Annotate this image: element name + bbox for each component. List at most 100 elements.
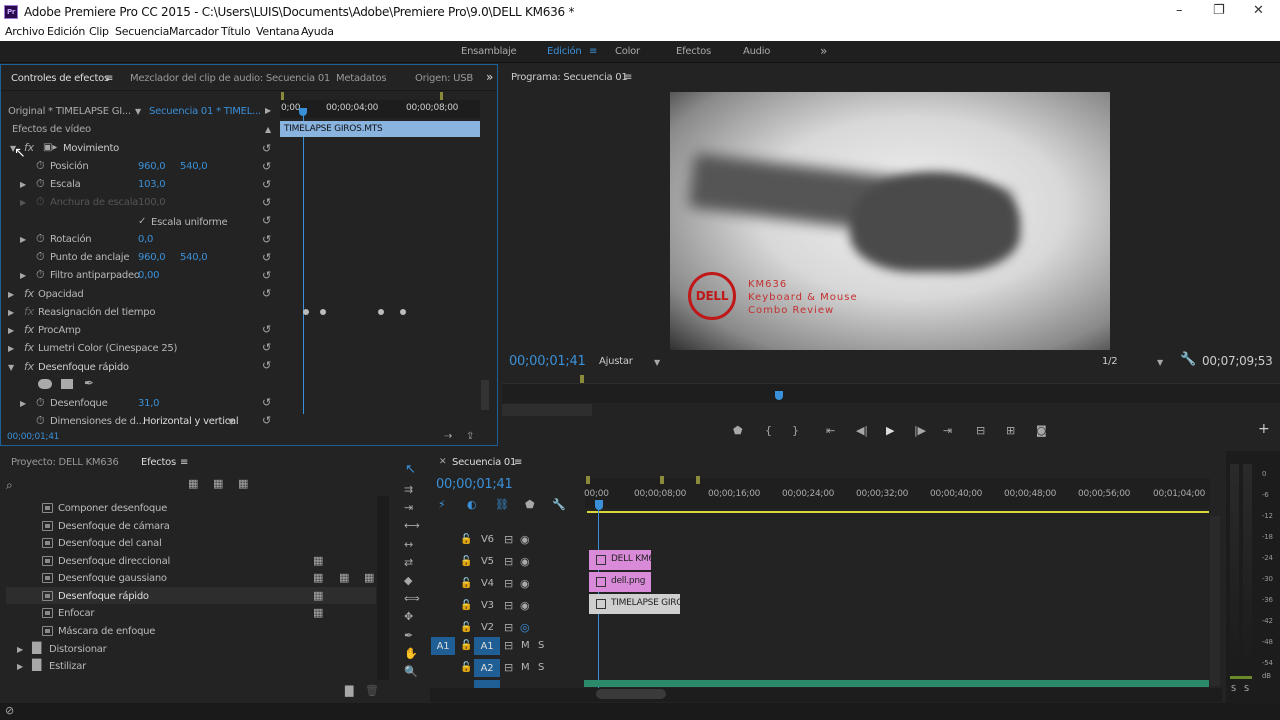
- rolling-edit-tool-icon[interactable]: ⟷: [404, 520, 420, 531]
- expand-reasignacion-icon[interactable]: ▶: [8, 307, 14, 318]
- reset-icon[interactable]: ↺: [262, 342, 271, 353]
- go-to-in-icon[interactable]: ⇤: [826, 425, 835, 436]
- program-video-frame[interactable]: DELL KM636 Keyboard & Mouse Combo Review: [670, 92, 1110, 350]
- tab-origen[interactable]: Origen: USB: [415, 73, 473, 84]
- lock-icon[interactable]: 🔓: [460, 662, 472, 673]
- clip-v5[interactable]: DELL KM636: [589, 550, 651, 570]
- expand-folder-icon[interactable]: ▶: [17, 644, 23, 655]
- program-scrubber[interactable]: [502, 383, 1280, 403]
- reset-icon[interactable]: ↺: [262, 415, 271, 426]
- clip-v3[interactable]: TIMELAPSE GIROS.MTS: [589, 594, 680, 614]
- chevron-down-icon[interactable]: ▼: [228, 416, 234, 427]
- checkbox-checked-icon[interactable]: ✓: [138, 216, 146, 227]
- meter-solo-left[interactable]: S: [1231, 684, 1236, 693]
- rectangle-mask-icon[interactable]: [61, 379, 73, 389]
- reset-icon[interactable]: ↺: [262, 288, 271, 299]
- panel-menu-icon[interactable]: ≡: [105, 73, 113, 84]
- wrench-icon[interactable]: 🔧: [1180, 353, 1196, 366]
- expand-escala-icon[interactable]: ▶: [20, 179, 26, 190]
- filter-keyframes-icon[interactable]: ⇢: [444, 431, 452, 442]
- reset-icon[interactable]: ↺: [262, 179, 271, 190]
- sync-lock-icon[interactable]: ⊟: [504, 622, 513, 633]
- timeline-scrollbar[interactable]: [1210, 516, 1220, 686]
- camera-export-frame-icon[interactable]: ◙: [1036, 425, 1047, 436]
- timeline-scroll-thumb[interactable]: [596, 689, 666, 699]
- workspace-more-icon[interactable]: »: [820, 44, 827, 58]
- reset-icon[interactable]: ↺: [262, 143, 271, 154]
- hand-tool-icon[interactable]: ✋: [404, 648, 418, 659]
- expand-desenfoque-icon[interactable]: ▼: [8, 362, 14, 373]
- timeline-playhead-handle[interactable]: [595, 500, 603, 510]
- filtro-value[interactable]: 0,00: [138, 270, 160, 281]
- solo-button[interactable]: S: [538, 640, 544, 651]
- effect-item-selected[interactable]: Desenfoque rápido: [58, 591, 149, 602]
- expand-lumetri-icon[interactable]: ▶: [8, 343, 14, 354]
- workspace-ensamblaje[interactable]: Ensamblaje: [461, 46, 517, 57]
- menu-edicion[interactable]: Edición: [47, 25, 85, 38]
- rate-stretch-tool-icon[interactable]: ↔: [404, 539, 413, 550]
- play-icon[interactable]: ▶: [886, 425, 894, 436]
- workspace-audio[interactable]: Audio: [743, 46, 770, 57]
- tab-controles-efectos[interactable]: Controles de efectos: [11, 73, 109, 84]
- zoom-tool-icon[interactable]: 🔍: [404, 666, 418, 677]
- go-to-out-icon[interactable]: ⇥: [943, 425, 952, 436]
- add-marker-icon[interactable]: ⬟: [733, 425, 743, 436]
- source-patch-a1[interactable]: A1: [431, 637, 455, 655]
- extract-icon[interactable]: ⊞: [1006, 425, 1015, 436]
- program-playhead[interactable]: [775, 391, 783, 400]
- eye-icon[interactable]: ◉: [520, 578, 530, 589]
- delete-icon[interactable]: 🗑: [365, 685, 379, 696]
- tab-efectos[interactable]: Efectos: [141, 457, 176, 468]
- selection-tool-icon[interactable]: ↖: [405, 463, 416, 476]
- escala-value[interactable]: 103,0: [138, 179, 166, 190]
- export-icon[interactable]: ⇪: [466, 431, 474, 442]
- pen-mask-icon[interactable]: ✒: [84, 377, 94, 389]
- step-back-icon[interactable]: ◀|: [856, 425, 868, 436]
- slide-tool-icon[interactable]: ✥: [404, 611, 413, 622]
- stopwatch-icon[interactable]: ⏱: [36, 178, 45, 189]
- desenfoque-value[interactable]: 31,0: [138, 398, 160, 409]
- keyframe-dot[interactable]: [320, 309, 326, 315]
- add-marker-icon[interactable]: ⬟: [525, 499, 535, 510]
- effects-menu-icon[interactable]: ≡: [180, 457, 188, 468]
- chevron-down-icon[interactable]: ▼: [1157, 357, 1163, 368]
- nest-toggle-icon[interactable]: ⚡: [438, 499, 446, 510]
- track-select-tool-icon[interactable]: ⇉: [404, 484, 413, 495]
- maximize-button[interactable]: ❐: [1213, 3, 1225, 18]
- tab-metadatos[interactable]: Metadatos: [336, 73, 387, 84]
- reset-icon[interactable]: ↺: [262, 324, 271, 335]
- workspace-efectos[interactable]: Efectos: [676, 46, 711, 57]
- sync-lock-icon[interactable]: ⊟: [504, 640, 513, 651]
- stopwatch-icon[interactable]: ⏱: [36, 233, 45, 244]
- anclaje-y-value[interactable]: 540,0: [180, 252, 208, 263]
- ec-scrollbar[interactable]: [481, 380, 489, 410]
- minimize-button[interactable]: –: [1176, 3, 1183, 18]
- workspace-color[interactable]: Color: [615, 46, 640, 57]
- clip-v4[interactable]: dell.png: [589, 572, 651, 592]
- meter-solo-right[interactable]: S: [1244, 684, 1249, 693]
- lock-icon[interactable]: 🔓: [460, 640, 472, 651]
- tabs-overflow-icon[interactable]: »: [486, 70, 493, 84]
- ec-playhead-handle[interactable]: [299, 108, 307, 116]
- sync-lock-icon[interactable]: ⊟: [504, 534, 513, 545]
- slip-tool-icon[interactable]: ⟺: [404, 593, 420, 604]
- menu-ventana[interactable]: Ventana: [256, 25, 300, 38]
- lock-icon[interactable]: 🔓: [460, 622, 472, 633]
- anclaje-x-value[interactable]: 960,0: [138, 252, 166, 263]
- stopwatch-icon[interactable]: ⏱: [36, 269, 45, 280]
- expand-folder-icon[interactable]: ▶: [17, 661, 23, 672]
- sync-lock-icon[interactable]: ⊟: [504, 578, 513, 589]
- effect-item[interactable]: Desenfoque direccional: [58, 556, 170, 567]
- workspace-edicion[interactable]: Edición: [547, 46, 582, 57]
- effect-item[interactable]: Componer desenfoque: [58, 503, 167, 514]
- fx-toggle-icon[interactable]: fx: [24, 288, 34, 299]
- status-icon[interactable]: ⊘: [5, 705, 14, 716]
- timeline-settings-icon[interactable]: 🔧: [552, 499, 566, 510]
- 32bit-effects-icon[interactable]: ▦: [213, 478, 223, 489]
- reset-icon[interactable]: ↺: [262, 234, 271, 245]
- linked-selection-icon[interactable]: ⛓: [495, 499, 509, 510]
- resolution-dropdown[interactable]: 1/2: [1102, 356, 1118, 367]
- search-input[interactable]: [20, 478, 180, 492]
- eye-icon[interactable]: ◉: [520, 556, 530, 567]
- expand-procamp-icon[interactable]: ▶: [8, 325, 14, 336]
